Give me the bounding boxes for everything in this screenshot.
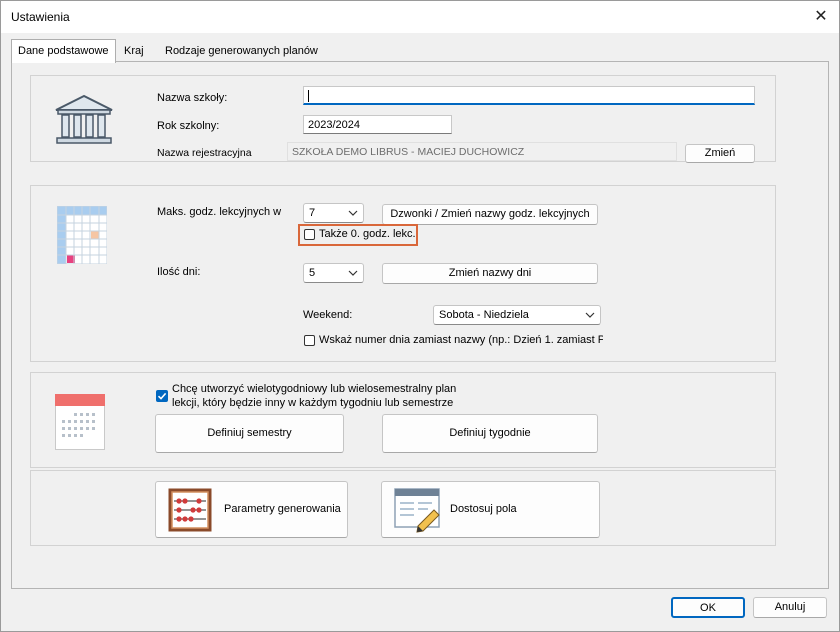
- chevron-down-icon: [585, 312, 595, 318]
- title-bar: Ustawienia ✕: [1, 1, 839, 33]
- multiweek-label-line2: lekcji, który będzie inny w każdym tygod…: [172, 397, 454, 409]
- max-hours-select[interactable]: 7: [303, 203, 364, 223]
- registration-name-field: SZKOŁA DEMO LIBRUS - MACIEJ DUCHOWICZ: [287, 142, 677, 161]
- cancel-button[interactable]: Anuluj: [753, 597, 827, 618]
- multiweek-checkbox[interactable]: [156, 390, 168, 402]
- define-weeks-button[interactable]: Definiuj tygodnie: [382, 414, 598, 453]
- generation-params-button[interactable]: Parametry generowania: [155, 481, 348, 538]
- text-caret: [308, 90, 309, 103]
- school-name-label: Nazwa szkoły:: [157, 92, 228, 104]
- edit-document-icon: [394, 488, 440, 533]
- show-day-number-label: Wskaż numer dnia zamiast nazwy (np.: Dzi…: [319, 334, 603, 346]
- customize-fields-label: Dostosuj pola: [450, 503, 517, 515]
- school-building-icon: [55, 94, 113, 144]
- schedule-group: Maks. godz. lekcyjnych w 7 Dzwonki / Zmi…: [30, 185, 776, 362]
- weekend-label: Weekend:: [303, 309, 353, 321]
- school-name-input[interactable]: [303, 86, 755, 105]
- days-count-label: Ilość dni:: [157, 266, 201, 278]
- chevron-down-icon: [348, 210, 358, 216]
- tab-page-basic-data: Nazwa szkoły: Rok szkolny: 2023/2024 Naz…: [11, 61, 829, 589]
- show-day-number-checkbox[interactable]: [304, 335, 315, 346]
- define-semesters-button[interactable]: Definiuj semestry: [155, 414, 344, 453]
- rename-days-button[interactable]: Zmień nazwy dni: [382, 263, 598, 284]
- school-year-label: Rok szkolny:: [157, 120, 220, 132]
- registration-name-label: Nazwa rejestracyjna: [157, 147, 252, 159]
- days-count-select[interactable]: 5: [303, 263, 364, 283]
- customize-fields-button[interactable]: Dostosuj pola: [381, 481, 600, 538]
- zero-hour-checkbox[interactable]: [304, 229, 315, 240]
- chevron-down-icon: [348, 270, 358, 276]
- tab-plan-types[interactable]: Rodzaje generowanych planów: [159, 42, 324, 61]
- tab-country[interactable]: Kraj: [118, 42, 150, 61]
- school-data-group: Nazwa szkoły: Rok szkolny: 2023/2024 Naz…: [30, 75, 776, 163]
- zero-hour-label: Także 0. godz. lekc.: [319, 228, 416, 240]
- close-icon[interactable]: ✕: [809, 5, 833, 29]
- max-hours-label: Maks. godz. lekcyjnych w: [157, 206, 282, 218]
- timetable-grid-icon: [57, 206, 107, 264]
- abacus-icon: [168, 488, 212, 532]
- checkmark-icon: [157, 392, 167, 400]
- generation-params-label: Parametry generowania: [224, 503, 341, 515]
- change-registration-button[interactable]: Zmień: [685, 144, 755, 163]
- actions-group: Parametry generowania Dostosuj pola: [30, 470, 776, 546]
- settings-dialog: Ustawienia ✕ Dane podstawowe Kraj Rodzaj…: [0, 0, 840, 632]
- calendar-icon: [55, 394, 105, 450]
- weekend-select[interactable]: Sobota - Niedziela: [433, 305, 601, 325]
- multiweek-group: Chcę utworzyć wielotygodniowy lub wielos…: [30, 372, 776, 468]
- ok-button[interactable]: OK: [671, 597, 745, 618]
- bells-rename-hours-button[interactable]: Dzwonki / Zmień nazwy godz. lekcyjnych: [382, 204, 598, 225]
- multiweek-label-line1: Chcę utworzyć wielotygodniowy lub wielos…: [172, 383, 457, 395]
- tab-basic-data[interactable]: Dane podstawowe: [11, 39, 116, 63]
- window-title: Ustawienia: [11, 10, 70, 24]
- school-year-input[interactable]: 2023/2024: [303, 115, 452, 134]
